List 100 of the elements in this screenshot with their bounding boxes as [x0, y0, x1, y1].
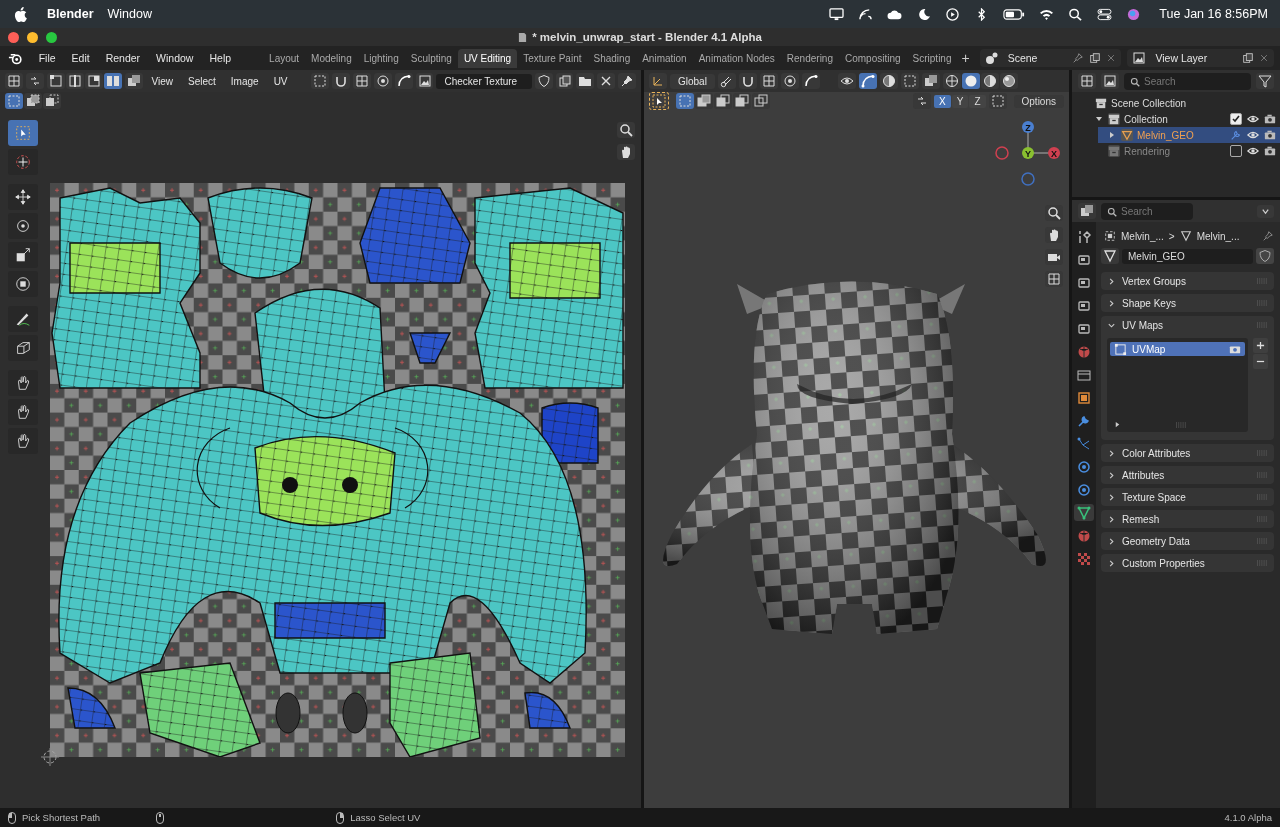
outliner-row[interactable]: Collection	[1085, 111, 1280, 127]
panel-header[interactable]: UV Maps	[1101, 316, 1274, 334]
snap-target-icon[interactable]	[759, 73, 778, 89]
zoom-icon[interactable]	[617, 122, 635, 138]
snap-increment-icon[interactable]	[353, 73, 371, 89]
remove-uv-map-button[interactable]	[1253, 354, 1268, 369]
camera-icon[interactable]	[1264, 129, 1276, 141]
menu-item[interactable]: Window	[148, 52, 202, 64]
outliner-row[interactable]: Melvin_GEO	[1098, 127, 1280, 143]
drag-handle-icon[interactable]	[1256, 322, 1268, 328]
cloud-icon[interactable]	[887, 7, 903, 21]
panel-header[interactable]: Attributes	[1101, 466, 1274, 484]
tool-button[interactable]	[8, 335, 38, 361]
search-icon[interactable]	[1068, 7, 1084, 21]
battery-icon[interactable]	[1003, 7, 1026, 21]
siri-icon[interactable]	[1126, 7, 1142, 21]
copy-icon[interactable]	[1089, 52, 1102, 64]
options-dropdown[interactable]: Options	[1013, 94, 1064, 108]
sync-selection-icon[interactable]	[25, 73, 44, 89]
gizmo-toggle-icon[interactable]	[858, 73, 877, 89]
filter-options-arrow-icon[interactable]	[1114, 421, 1121, 428]
options-chevron-icon[interactable]	[1257, 204, 1274, 218]
close-window-button[interactable]	[8, 31, 19, 43]
falloff-curve-icon[interactable]	[394, 73, 413, 89]
menu-item[interactable]: View	[145, 75, 180, 87]
tool-button[interactable]	[8, 271, 38, 297]
workspace-tab[interactable]: Modeling	[305, 48, 358, 68]
image-browse-icon[interactable]	[415, 73, 434, 89]
island-select-mode-icon[interactable]	[103, 73, 122, 89]
solid-shading-icon[interactable]	[961, 73, 980, 89]
wifi-icon[interactable]	[1039, 7, 1055, 21]
display-mode-icon[interactable]	[1101, 73, 1119, 89]
panel-header[interactable]: Custom Properties	[1101, 554, 1274, 572]
fake-user-icon[interactable]	[534, 73, 553, 89]
face-select-mode-icon[interactable]	[84, 73, 103, 89]
menu-item[interactable]: File	[30, 52, 64, 64]
workspace-tab[interactable]: Texture Paint	[517, 48, 588, 68]
apple-logo-icon[interactable]	[14, 6, 27, 22]
collapsed-arrow-icon[interactable]	[1108, 131, 1116, 139]
new-image-icon[interactable]	[555, 73, 574, 89]
menu-item[interactable]: Help	[201, 52, 240, 64]
falloff-curve-icon[interactable]	[801, 73, 820, 89]
material-shading-icon[interactable]	[980, 73, 999, 89]
pivot-point-icon[interactable]	[717, 73, 736, 89]
image-name-field[interactable]: Checker Texture	[436, 73, 532, 89]
zoom-window-button[interactable]	[46, 31, 57, 43]
menu-item[interactable]: UV	[267, 75, 294, 87]
mirror-axis-toggle[interactable]: Y	[951, 94, 969, 108]
exclude-checkbox[interactable]	[1230, 113, 1242, 125]
search-field[interactable]: Search	[1101, 202, 1193, 220]
eye-icon[interactable]	[1247, 113, 1259, 125]
outliner-row[interactable]: Scene Collection	[1072, 95, 1280, 111]
wireframe-shading-icon[interactable]	[942, 73, 961, 89]
mirror-axis-toggle[interactable]: X	[934, 94, 951, 108]
menu-item[interactable]: Select	[182, 75, 222, 87]
menu-item[interactable]: Image	[224, 75, 265, 87]
search-field[interactable]: Search	[1124, 72, 1251, 90]
panel-header[interactable]: Texture Space	[1101, 488, 1274, 506]
pivot-icon[interactable]	[311, 73, 330, 89]
properties-editor-icon[interactable]	[1078, 203, 1096, 219]
mirror-axis-toggle[interactable]: Z	[969, 94, 986, 108]
drag-handle-icon[interactable]	[1256, 560, 1268, 566]
unlink-image-icon[interactable]	[597, 73, 616, 89]
extend-selection-mode-icon[interactable]	[24, 93, 42, 109]
drag-handle-icon[interactable]	[1256, 516, 1268, 522]
grid-view-icon[interactable]	[1045, 271, 1063, 287]
panel-header[interactable]: Vertex Groups	[1101, 272, 1274, 290]
blender-logo-icon[interactable]	[8, 51, 23, 65]
vertex-select-mode-icon[interactable]	[46, 73, 65, 89]
workspace-tab[interactable]: Animation Nodes	[692, 48, 781, 68]
rendered-shading-icon[interactable]	[999, 73, 1018, 89]
drag-handle-icon[interactable]	[1256, 450, 1268, 456]
camera-icon[interactable]	[1264, 145, 1276, 157]
pin-icon[interactable]	[618, 73, 636, 89]
drag-handle-icon[interactable]	[1256, 278, 1268, 284]
eye-icon[interactable]	[1247, 129, 1259, 141]
resize-handle-icon[interactable]	[1175, 421, 1187, 428]
workspace-tab[interactable]: Shading	[587, 48, 637, 68]
tool-button[interactable]	[8, 213, 38, 239]
camera-icon[interactable]	[1264, 113, 1276, 125]
scene-selector[interactable]: Scene	[979, 49, 1122, 67]
tool-button[interactable]	[8, 184, 38, 210]
workspace-tab[interactable]: Sculpting	[404, 48, 458, 68]
cast-icon[interactable]	[858, 7, 874, 21]
extend-selection-mode-icon[interactable]	[695, 93, 713, 109]
drag-handle-icon[interactable]	[1256, 472, 1268, 478]
tool-button[interactable]	[8, 370, 38, 396]
eye-icon[interactable]	[1247, 145, 1259, 157]
exclude-checkbox[interactable]	[1230, 145, 1242, 157]
expanded-arrow-icon[interactable]	[1095, 115, 1103, 123]
app-menu[interactable]: Blender	[47, 7, 94, 21]
overlay-icon[interactable]	[879, 73, 898, 89]
workspace-tab[interactable]: UV Editing	[457, 48, 518, 68]
proportional-edit-icon[interactable]	[780, 73, 799, 89]
xray-icon[interactable]	[921, 73, 940, 89]
outliner-editor-icon[interactable]	[1078, 73, 1096, 89]
navigation-gizmo[interactable]: Z Y X	[993, 118, 1063, 188]
tool-button[interactable]	[8, 428, 38, 454]
mesh-browse-icon[interactable]	[1101, 248, 1119, 264]
workspace-tab[interactable]: Animation	[636, 48, 693, 68]
